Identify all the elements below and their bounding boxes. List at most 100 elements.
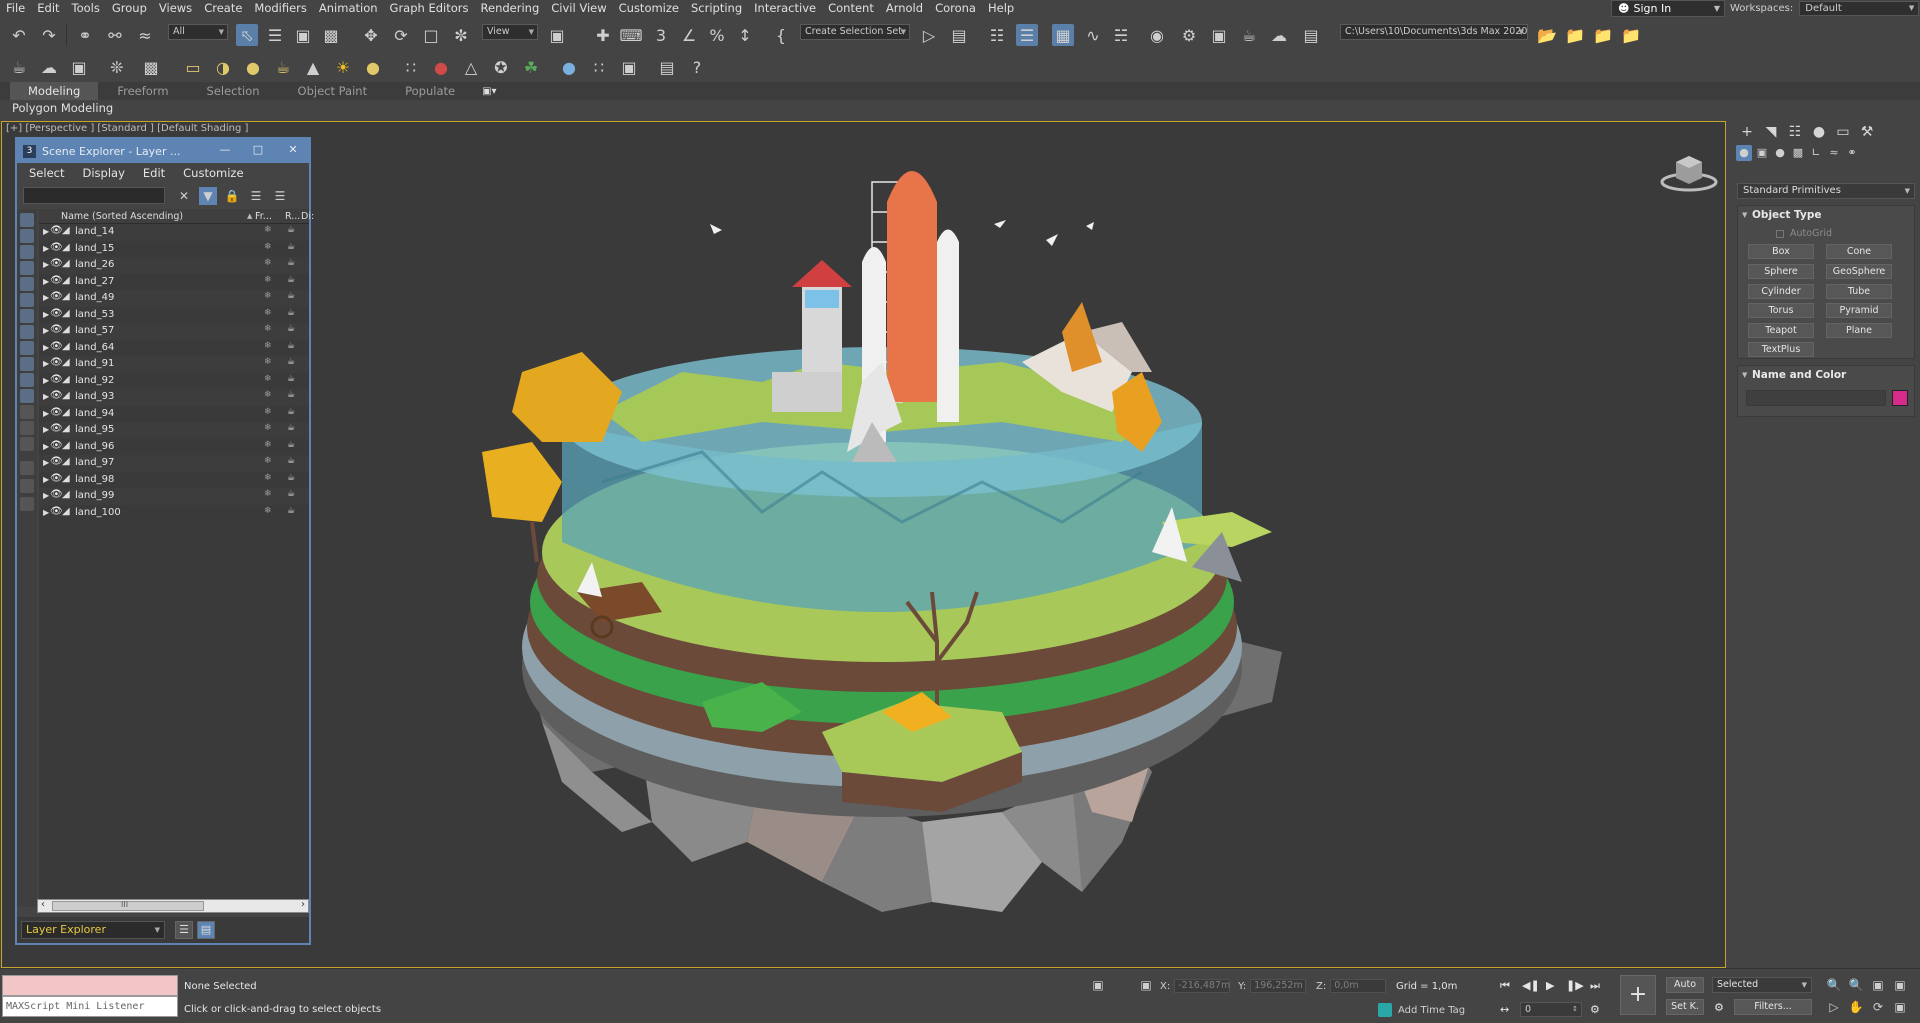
layer-row[interactable]: ▶ 👁 ◢ land_57 ❄ ☕ <box>39 323 309 340</box>
freeze-icon[interactable]: ❄ <box>264 308 272 318</box>
viewcube[interactable] <box>1660 152 1718 195</box>
named-selection-sets-dropdown[interactable]: Create Selection Set ▼ <box>800 24 910 40</box>
expand-icon[interactable]: ▶ <box>43 409 49 418</box>
expand-icon[interactable]: ▶ <box>43 508 49 517</box>
space-warps-category-icon[interactable]: ≈ <box>1826 145 1842 161</box>
teapot-button[interactable]: Teapot <box>1748 323 1814 338</box>
fur-icon[interactable]: ☘ <box>520 56 542 78</box>
visibility-eye-icon[interactable]: 👁 <box>50 423 63 434</box>
column-display[interactable]: Di: <box>301 211 314 222</box>
sun-icon[interactable]: ☀ <box>332 56 354 78</box>
key-filters-icon[interactable]: ⚙ <box>1714 1001 1724 1014</box>
bones-filter-icon[interactable] <box>20 341 34 355</box>
pivot-center-icon[interactable]: ▣ <box>546 24 568 46</box>
toggle-ribbon-icon[interactable]: ▦ <box>1052 24 1074 46</box>
renderable-teapot-icon[interactable]: ☕ <box>287 242 295 252</box>
torus-button[interactable]: Torus <box>1748 303 1814 318</box>
expand-icon[interactable]: ▶ <box>43 277 49 286</box>
layer-row[interactable]: ▶ 👁 ◢ land_91 ❄ ☕ <box>39 356 309 373</box>
hidden-filter-icon[interactable] <box>20 389 34 403</box>
textplus-button[interactable]: TextPlus <box>1748 342 1814 357</box>
layer-row[interactable]: ▶ 👁 ◢ land_14 ❄ ☕ <box>39 224 309 241</box>
plane-light-icon[interactable]: ▭ <box>182 56 204 78</box>
mirror-icon[interactable]: ▷ <box>918 24 940 46</box>
visibility-eye-icon[interactable]: 👁 <box>50 225 63 236</box>
key-mode-icon[interactable]: ↔ <box>1500 1003 1509 1016</box>
renderable-teapot-icon[interactable]: ☕ <box>287 225 295 235</box>
pattern-icon[interactable]: △ <box>460 56 482 78</box>
layer-row[interactable]: ▶ 👁 ◢ land_49 ❄ ☕ <box>39 290 309 307</box>
display-all-icon[interactable] <box>20 405 34 419</box>
maxscript-input-field[interactable]: MAXScript Mini Listener <box>2 996 178 1017</box>
visibility-eye-icon[interactable]: 👁 <box>50 357 63 368</box>
renderable-teapot-icon[interactable]: ☕ <box>287 324 295 334</box>
visibility-eye-icon[interactable]: 👁 <box>50 407 63 418</box>
filter-options-icon[interactable] <box>20 479 34 493</box>
link-icon[interactable]: ⚭ <box>74 24 96 46</box>
render-setup-icon[interactable]: ⚙ <box>1178 24 1200 46</box>
visibility-eye-icon[interactable]: 👁 <box>50 390 63 401</box>
snaps-toggle-icon[interactable]: 3 <box>650 24 672 46</box>
object-category-dropdown[interactable]: Standard Primitives ▼ <box>1737 183 1915 199</box>
menu-content[interactable]: Content <box>822 0 880 17</box>
freeze-icon[interactable]: ❄ <box>264 324 272 334</box>
visibility-eye-icon[interactable]: 👁 <box>50 489 63 500</box>
project-folder-dropdown[interactable]: C:\Users\10\Documents\3ds Max 2020 ▼ <box>1340 24 1528 40</box>
motion-tab-icon[interactable]: ● <box>1810 124 1828 140</box>
layer-row[interactable]: ▶ 👁 ◢ land_98 ❄ ☕ <box>39 472 309 489</box>
toolbox-icon[interactable]: ▤ <box>656 56 678 78</box>
funnel-icon[interactable] <box>20 461 34 475</box>
toggle-scene-explorer-icon[interactable]: ☷ <box>986 24 1008 46</box>
utilities-tab-icon[interactable]: ⚒ <box>1858 124 1876 140</box>
expand-icon[interactable]: ▶ <box>43 359 49 368</box>
frozen-filter-icon[interactable] <box>20 373 34 387</box>
expand-icon[interactable]: ▶ <box>43 458 49 467</box>
layer-row[interactable]: ▶ 👁 ◢ land_99 ❄ ☕ <box>39 488 309 505</box>
layer-row[interactable]: ▶ 👁 ◢ land_100 ❄ ☕ <box>39 505 309 522</box>
tab-modeling[interactable]: Modeling <box>10 82 99 100</box>
menu-corona[interactable]: Corona <box>929 0 982 17</box>
renderable-teapot-icon[interactable]: ☕ <box>287 456 295 466</box>
layer-row[interactable]: ▶ 👁 ◢ land_15 ❄ ☕ <box>39 241 309 258</box>
visibility-eye-icon[interactable]: 👁 <box>50 506 63 517</box>
layer-row[interactable]: ▶ 👁 ◢ land_27 ❄ ☕ <box>39 274 309 291</box>
select-object-icon[interactable]: ⬁ <box>236 24 258 46</box>
window-crossing-icon[interactable]: ▩ <box>320 24 342 46</box>
visibility-eye-icon[interactable]: 👁 <box>50 291 63 302</box>
rectangular-selection-icon[interactable]: ▣ <box>292 24 314 46</box>
filters-button[interactable]: Filters... <box>1734 999 1812 1015</box>
light-bulb-icon[interactable]: ❊ <box>106 56 128 78</box>
rotate-icon[interactable]: ⟳ <box>390 24 412 46</box>
hierarchy-icon[interactable]: ☰ <box>247 187 265 205</box>
proxy-icon[interactable]: ● <box>430 56 452 78</box>
expand-icon[interactable]: ▶ <box>43 293 49 302</box>
sphere-button[interactable]: Sphere <box>1748 264 1814 279</box>
lock-icon[interactable]: 🔒 <box>223 187 241 205</box>
renderable-teapot-icon[interactable]: ☕ <box>287 473 295 483</box>
visibility-eye-icon[interactable]: 👁 <box>50 308 63 319</box>
maximize-viewport-icon[interactable]: ▣ <box>1892 999 1908 1015</box>
renderable-teapot-icon[interactable]: ☕ <box>287 390 295 400</box>
x-coordinate-field[interactable]: -216,487m <box>1174 979 1231 993</box>
visibility-eye-icon[interactable]: 👁 <box>50 374 63 385</box>
renderable-teapot-icon[interactable]: ☕ <box>287 258 295 268</box>
menu-file[interactable]: File <box>0 0 31 17</box>
menu-group[interactable]: Group <box>106 0 153 17</box>
expand-icon[interactable]: ▶ <box>43 260 49 269</box>
tab-populate[interactable]: Populate <box>386 82 474 100</box>
menu-views[interactable]: Views <box>153 0 198 17</box>
freeze-icon[interactable]: ❄ <box>264 440 272 450</box>
add-time-tag[interactable]: Add Time Tag <box>1378 1003 1465 1017</box>
visibility-eye-icon[interactable]: 👁 <box>50 473 63 484</box>
freeze-icon[interactable]: ❄ <box>264 291 272 301</box>
set-key-button[interactable]: Set K. <box>1666 999 1704 1015</box>
spinner-snap-icon[interactable]: ↕ <box>734 24 756 46</box>
column-frozen[interactable]: Fr... <box>255 211 272 222</box>
toggle-layer-explorer-icon[interactable]: ☰ <box>1016 24 1038 46</box>
select-manipulate-icon[interactable]: ✚ <box>592 24 614 46</box>
se-menu-select[interactable]: Select <box>29 166 74 180</box>
scroll-left-icon[interactable]: ‹ <box>41 899 45 910</box>
expand-icon[interactable]: ▶ <box>43 310 49 319</box>
freeze-icon[interactable]: ❄ <box>264 456 272 466</box>
previous-frame-icon[interactable]: ◀❚ <box>1522 979 1540 992</box>
